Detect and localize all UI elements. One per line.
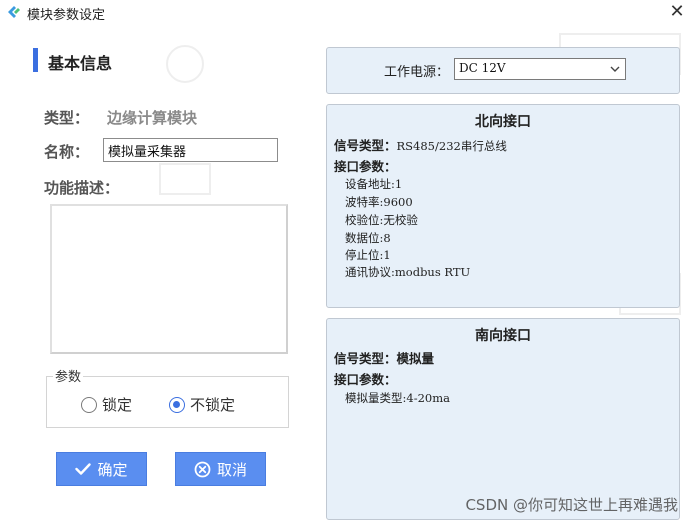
north-params-label: 接口参数：: [334, 159, 397, 174]
power-select-value: DC 12V: [459, 61, 506, 75]
radio-lock[interactable]: 锁定: [81, 394, 132, 415]
north-signal-value: RS485/232串行总线: [396, 139, 507, 153]
type-label: 类型：: [44, 109, 90, 127]
south-params-label: 接口参数：: [334, 372, 397, 387]
north-param-line: 波特率:9600: [345, 195, 413, 209]
south-signal-row: 信号类型：模拟量: [334, 348, 434, 367]
north-param-line: 通讯协议:modbus RTU: [345, 265, 471, 279]
power-select[interactable]: DC 12V: [454, 58, 626, 80]
title-bar: 模块参数设定 ✕: [0, 0, 692, 24]
csdn-watermark: CSDN @你可知这世上再难遇我: [465, 496, 678, 514]
description-textarea[interactable]: [50, 204, 288, 354]
window-title: 模块参数设定: [27, 8, 106, 23]
south-signal-value: 模拟量: [396, 351, 435, 366]
north-param-line: 校验位:无校验: [345, 213, 418, 227]
cancel-circle-icon: [194, 461, 211, 477]
chevron-down-icon: [610, 66, 620, 72]
radio-unlock[interactable]: 不锁定: [169, 394, 235, 415]
power-label: 工作电源：: [384, 65, 450, 80]
north-signal-row: 信号类型：RS485/232串行总线: [334, 135, 507, 154]
north-signal-label: 信号类型：: [334, 138, 397, 153]
south-signal-label: 信号类型：: [334, 351, 397, 366]
ok-button[interactable]: 确定: [56, 452, 147, 486]
north-param-line: 设备地址:1: [345, 177, 403, 191]
cancel-button-label: 取消: [216, 460, 247, 479]
section-accent-bar: [33, 48, 38, 72]
north-title: 北向接口: [475, 114, 531, 130]
params-legend: 参数: [53, 366, 84, 385]
app-logo-icon: [8, 6, 20, 18]
check-icon: [75, 463, 92, 475]
name-label: 名称：: [44, 143, 90, 161]
north-param-line: 停止位:1: [345, 248, 391, 262]
south-title: 南向接口: [475, 328, 531, 344]
south-param-line: 模拟量类型:4-20ma: [345, 391, 450, 405]
radio-lock-circle[interactable]: [81, 396, 97, 413]
type-value: 边缘计算模块: [107, 109, 198, 127]
radio-unlock-circle[interactable]: [169, 396, 185, 413]
ok-button-label: 确定: [97, 460, 128, 479]
north-param-line: 数据位:8: [345, 231, 391, 245]
cancel-button[interactable]: 取消: [175, 452, 266, 486]
radio-lock-label: 锁定: [102, 396, 133, 414]
radio-unlock-label: 不锁定: [190, 396, 236, 414]
name-input[interactable]: [103, 138, 278, 162]
close-button[interactable]: ✕: [666, 1, 688, 23]
section-title: 基本信息: [48, 54, 113, 73]
description-label: 功能描述：: [44, 179, 120, 197]
